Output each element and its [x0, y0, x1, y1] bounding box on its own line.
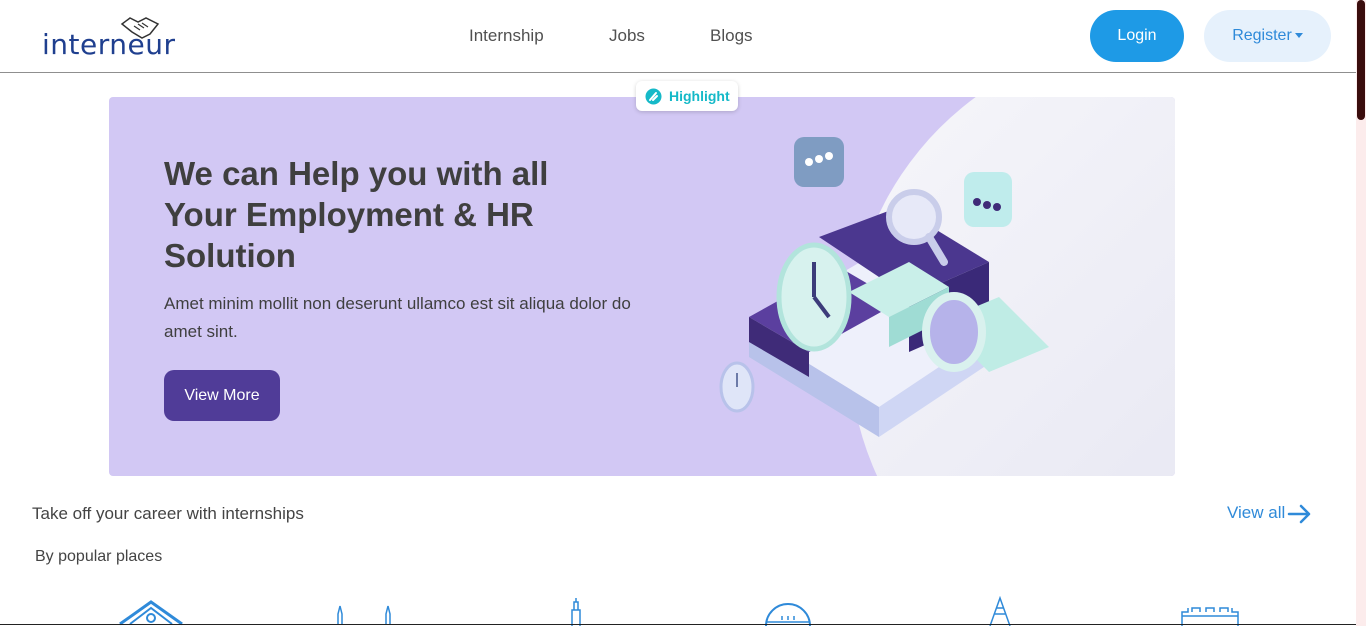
hero-title: We can Help you with all Your Employment… [164, 155, 549, 274]
nav-blogs[interactable]: Blogs [710, 26, 753, 46]
highlight-icon [645, 88, 662, 105]
hero-subtitle: Amet minim mollit non deserunt ullamco e… [164, 294, 631, 341]
header: interneur Internship Jobs Blogs Login Re… [0, 0, 1356, 73]
place-landmark-icon[interactable] [566, 596, 586, 626]
hero-illustration [719, 137, 1049, 437]
places-row [0, 596, 1356, 626]
handshake-icon [120, 17, 160, 39]
place-landmark-icon[interactable] [118, 596, 184, 626]
caret-down-icon [1294, 33, 1303, 39]
place-landmark-icon[interactable] [760, 596, 816, 626]
place-landmark-icon[interactable] [330, 596, 396, 626]
view-all-link[interactable]: View all [1227, 503, 1285, 523]
page-divider [0, 624, 1356, 625]
arrow-right-icon[interactable] [1287, 503, 1313, 525]
login-button[interactable]: Login [1090, 10, 1184, 62]
nav-jobs[interactable]: Jobs [609, 26, 645, 46]
hero-banner: We can Help you with all Your Employment… [109, 97, 1175, 476]
view-more-button[interactable]: View More [164, 370, 280, 421]
register-button[interactable]: Register [1204, 10, 1331, 62]
register-label: Register [1232, 27, 1292, 44]
nav-internship[interactable]: Internship [469, 26, 544, 46]
highlight-label: Highlight [669, 88, 730, 104]
place-landmark-icon[interactable] [988, 596, 1012, 626]
scrollbar-thumb[interactable] [1357, 0, 1365, 120]
section-title: Take off your career with internships [32, 504, 304, 523]
logo[interactable]: interneur [42, 14, 175, 61]
place-landmark-icon[interactable] [1180, 596, 1240, 626]
popular-places-label: By popular places [35, 548, 163, 565]
highlight-badge[interactable]: Highlight [636, 81, 738, 111]
